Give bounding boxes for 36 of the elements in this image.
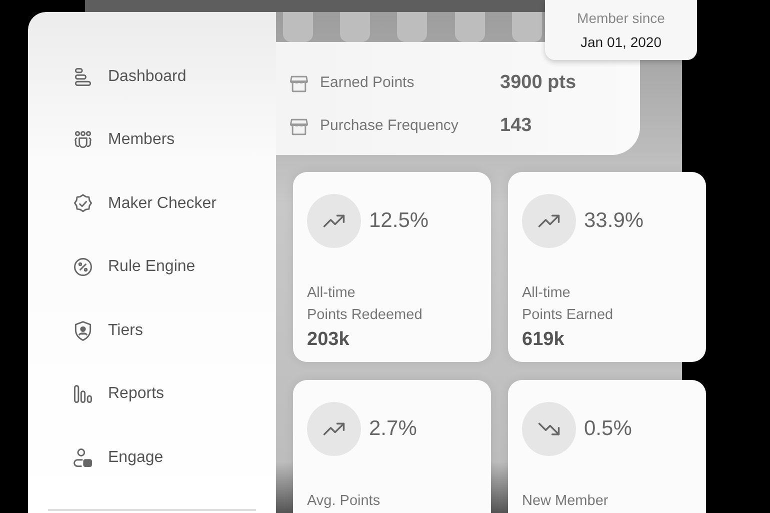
tab-shape [397, 12, 427, 42]
member-since-label: Member since [576, 9, 666, 28]
stat-value: 203k [307, 328, 350, 352]
member-since-date: Jan 01, 2020 [580, 33, 662, 52]
stat-label: Avg. Points [307, 492, 382, 511]
stat-label: Purchase Frequency [320, 116, 460, 136]
stat-label: New Member [522, 492, 610, 511]
change-percent: 12.5% [369, 208, 429, 234]
stat-value: 619k [522, 328, 566, 352]
change-percent: 2.7% [369, 416, 417, 442]
sidebar-item[interactable]: Members [48, 108, 256, 172]
stat-value: 143 [500, 114, 532, 138]
tab-shape [283, 12, 313, 42]
tab-shape [512, 12, 542, 42]
bar-chart-icon [72, 383, 94, 406]
shield-icon [72, 320, 94, 342]
tab-shape [455, 12, 485, 42]
stat-value: 3900 pts [500, 71, 576, 96]
sidebar-item[interactable]: Tiers [48, 299, 256, 362]
check-badge-icon [72, 192, 94, 215]
stat-label: Points Redeemed [307, 306, 424, 325]
user-icon [72, 446, 94, 469]
sidebar-item[interactable]: Dashboard [48, 45, 256, 108]
sidebar-item[interactable]: Maker Checker [48, 172, 256, 236]
stat-label: Earned Points [320, 73, 416, 94]
sidebar-item[interactable]: Rule Engine [48, 236, 256, 299]
sidebar-item[interactable]: Reports [48, 362, 256, 426]
stat-label: All-time [307, 284, 356, 303]
sidebar-item[interactable]: Engage [48, 426, 256, 490]
change-percent: 33.9% [584, 208, 644, 234]
change-percent: 0.5% [584, 416, 632, 442]
stat-label: Points Earned [522, 306, 614, 325]
dashboard-icon [72, 66, 94, 88]
percent-icon [72, 256, 94, 278]
tab-shape [340, 12, 370, 42]
stat-label: All-time [522, 284, 572, 303]
